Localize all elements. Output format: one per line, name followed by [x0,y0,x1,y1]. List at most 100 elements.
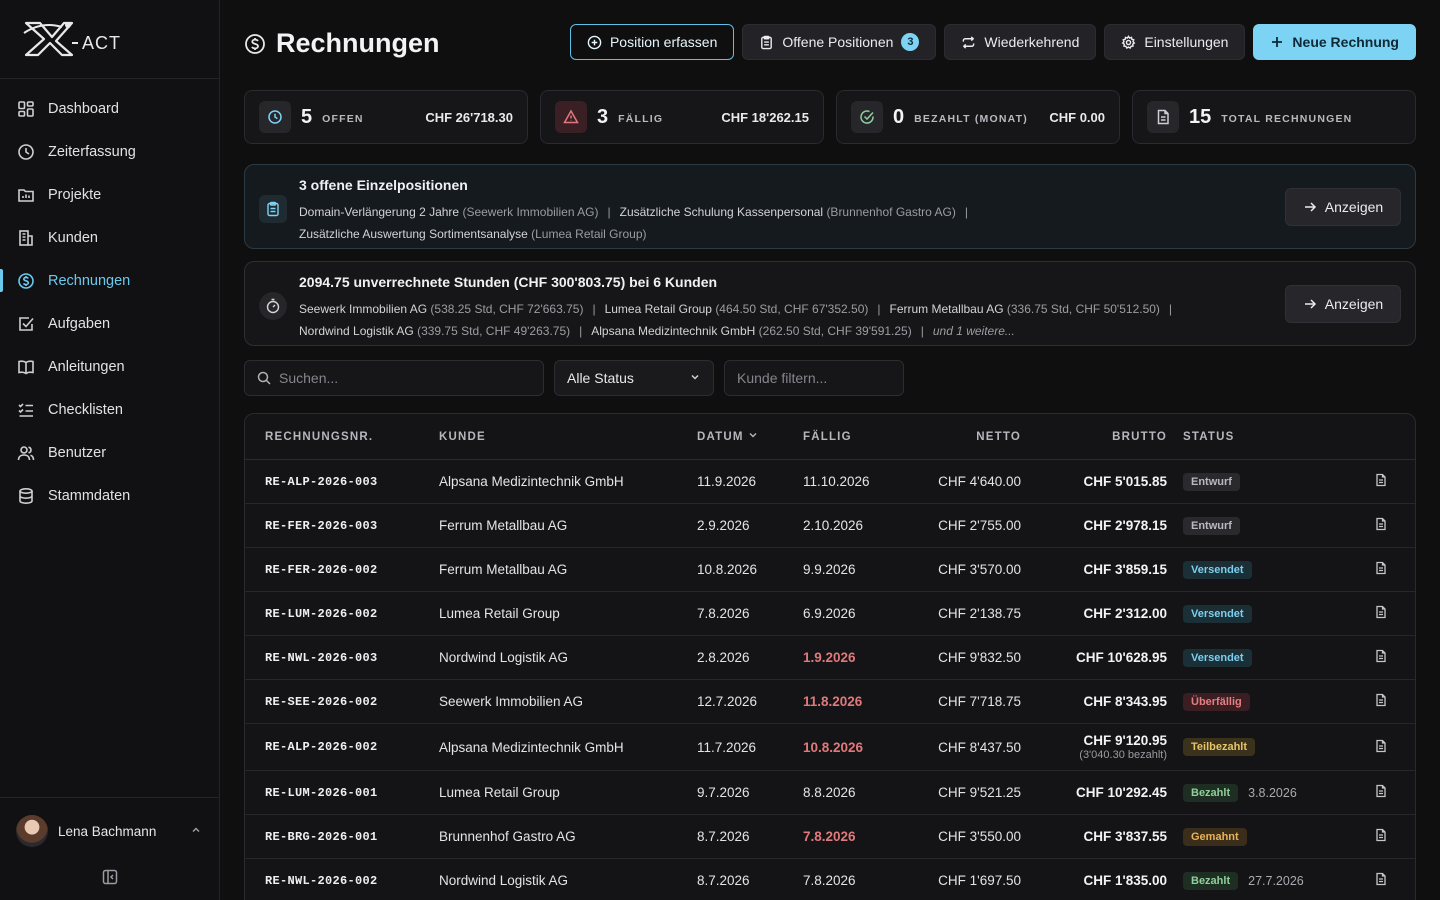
status-badge: Versendet [1183,560,1252,579]
invoice-date: 8.7.2026 [697,873,750,888]
collapse-sidebar-button[interactable] [0,864,219,889]
sidebar-item-benutzer[interactable]: Benutzer [0,431,219,474]
open-invoice-button[interactable] [1357,739,1405,756]
sidebar-item-label: Aufgaben [48,315,111,332]
column-header-kunde[interactable]: KUNDE [439,431,697,443]
dollar-circle-icon [16,271,36,291]
table-row[interactable]: RE-LUM-2026-001 Lumea Retail Group 9.7.202… [245,771,1415,815]
status-select[interactable]: Alle Status [554,360,714,396]
client-hours-item[interactable]: Alpsana Medizintechnik GmbH (262.50 Std,… [591,324,911,338]
invoice-number[interactable]: RE-BRG-2026-001 [245,830,439,844]
invoice-number[interactable]: RE-NWL-2026-003 [245,651,439,665]
open-invoice-button[interactable] [1357,872,1405,889]
warning-icon [555,101,587,133]
sidebar-item-rechnungen[interactable]: Rechnungen [0,259,219,302]
stat-total[interactable]: 15 TOTAL RECHNUNGEN [1132,90,1416,144]
column-header-faellig[interactable]: FÄLLIG [803,431,893,443]
position-item[interactable]: Zusätzliche Auswertung Sortimentsanalyse… [299,227,647,241]
invoice-number[interactable]: RE-FER-2026-002 [245,563,439,577]
kunde-filter-input[interactable] [737,370,891,386]
checkbox-icon [16,314,36,334]
position-item[interactable]: Domain-Verlängerung 2 Jahre (Seewerk Imm… [299,205,599,219]
invoice-net: CHF 2'138.75 [938,606,1021,621]
sidebar-item-stammdaten[interactable]: Stammdaten [0,474,219,517]
table-row[interactable]: RE-NWL-2026-003 Nordwind Logistik AG 2.8.2… [245,636,1415,680]
table-row[interactable]: RE-BRG-2026-001 Brunnenhof Gastro AG 8.7.2… [245,815,1415,859]
column-header-nr[interactable]: RECHNUNGSNR. [245,431,439,443]
client-hours-item[interactable]: Nordwind Logistik AG (339.75 Std, CHF 49… [299,324,570,338]
invoice-number[interactable]: RE-ALP-2026-002 [245,740,439,754]
position-item[interactable]: Zusätzliche Schulung Kassenpersonal (Bru… [620,205,956,219]
open-invoice-button[interactable] [1357,784,1405,801]
app-logo[interactable]: ACT [0,0,219,79]
sidebar-item-anleitungen[interactable]: Anleitungen [0,345,219,388]
invoice-number[interactable]: RE-LUM-2026-001 [245,786,439,800]
invoice-number[interactable]: RE-ALP-2026-003 [245,475,439,489]
search-input[interactable] [279,370,531,386]
column-header-datum[interactable]: DATUM [697,430,803,443]
stat-amount: CHF 18'262.15 [721,109,809,125]
sidebar-item-aufgaben[interactable]: Aufgaben [0,302,219,345]
status-cell: Versendet [1167,604,1357,623]
invoice-number[interactable]: RE-SEE-2026-002 [245,695,439,709]
sidebar-item-zeiterfassung[interactable]: Zeiterfassung [0,130,219,173]
column-header-status[interactable]: STATUS [1167,431,1357,443]
sidebar-item-label: Stammdaten [48,487,131,504]
gear-icon [1121,34,1136,50]
sidebar-item-checklisten[interactable]: Checklisten [0,388,219,431]
table-row[interactable]: RE-FER-2026-003 Ferrum Metallbau AG 2.9.20… [245,504,1415,548]
column-header-netto[interactable]: NETTO [893,431,1021,443]
stat-label: FÄLLIG [618,113,664,125]
show-positions-button[interactable]: Anzeigen [1285,188,1401,226]
open-invoice-button[interactable] [1357,605,1405,622]
sidebar-item-label: Kunden [48,229,98,246]
open-invoice-button[interactable] [1357,561,1405,578]
stat-bezahlt[interactable]: 0 BEZAHLT (MONAT) CHF 0.00 [836,90,1120,144]
offene-positionen-button[interactable]: Offene Positionen 3 [742,24,937,60]
sidebar: ACT Dashboard Zeiterfassung Projekte Kun… [0,0,220,900]
status-cell: Versendet [1167,560,1357,579]
stat-offen[interactable]: 5 OFFEN CHF 26'718.30 [244,90,528,144]
table-row[interactable]: RE-FER-2026-002 Ferrum Metallbau AG 10.8.2… [245,548,1415,592]
invoice-number[interactable]: RE-NWL-2026-002 [245,874,439,888]
open-invoice-button[interactable] [1357,693,1405,710]
neue-rechnung-button[interactable]: Neue Rechnung [1253,24,1416,60]
document-icon [1147,101,1179,133]
open-invoice-button[interactable] [1357,473,1405,490]
einstellungen-button[interactable]: Einstellungen [1104,24,1246,60]
sidebar-item-label: Benutzer [48,444,107,461]
invoice-net: CHF 9'521.25 [938,785,1021,800]
sidebar-item-kunden[interactable]: Kunden [0,216,219,259]
stat-amount: CHF 26'718.30 [425,109,513,125]
stat-number: 0 [893,105,905,128]
client-hours-item[interactable]: Ferrum Metallbau AG (336.75 Std, CHF 50'… [889,302,1159,316]
sidebar-item-projekte[interactable]: Projekte [0,173,219,216]
invoice-number[interactable]: RE-FER-2026-003 [245,519,439,533]
open-invoice-button[interactable] [1357,517,1405,534]
open-invoice-button[interactable] [1357,828,1405,845]
table-row[interactable]: RE-NWL-2026-002 Nordwind Logistik AG 8.7.2… [245,859,1415,900]
client-hours-item[interactable]: Lumea Retail Group (464.50 Std, CHF 67'3… [605,302,869,316]
column-header-brutto[interactable]: BRUTTO [1021,431,1167,443]
invoice-client: Seewerk Immobilien AG [439,694,584,709]
invoice-number[interactable]: RE-LUM-2026-002 [245,607,439,621]
invoice-due-date: 9.9.2026 [803,562,856,577]
wiederkehrend-button[interactable]: Wiederkehrend [944,24,1097,60]
table-row[interactable]: RE-ALP-2026-003 Alpsana Medizintechnik Gm… [245,460,1415,504]
dashboard-icon [16,99,36,119]
arrow-right-icon [1303,297,1317,311]
clipboard-icon [759,35,774,50]
client-hours-item[interactable]: Seewerk Immobilien AG (538.25 Std, CHF 7… [299,302,583,316]
user-menu[interactable]: Lena Bachmann [0,798,219,864]
stat-faellig[interactable]: 3 FÄLLIG CHF 18'262.15 [540,90,824,144]
show-hours-button[interactable]: Anzeigen [1285,285,1401,323]
table-row[interactable]: RE-SEE-2026-002 Seewerk Immobilien AG 12.7… [245,680,1415,724]
invoice-date: 9.7.2026 [697,785,750,800]
table-row[interactable]: RE-LUM-2026-002 Lumea Retail Group 7.8.202… [245,592,1415,636]
user-name: Lena Bachmann [58,823,157,839]
table-row[interactable]: RE-ALP-2026-002 Alpsana Medizintechnik Gm… [245,724,1415,771]
open-invoice-button[interactable] [1357,649,1405,666]
check-circle-icon [851,101,883,133]
sidebar-item-dashboard[interactable]: Dashboard [0,87,219,130]
position-erfassen-button[interactable]: Position erfassen [569,24,735,60]
